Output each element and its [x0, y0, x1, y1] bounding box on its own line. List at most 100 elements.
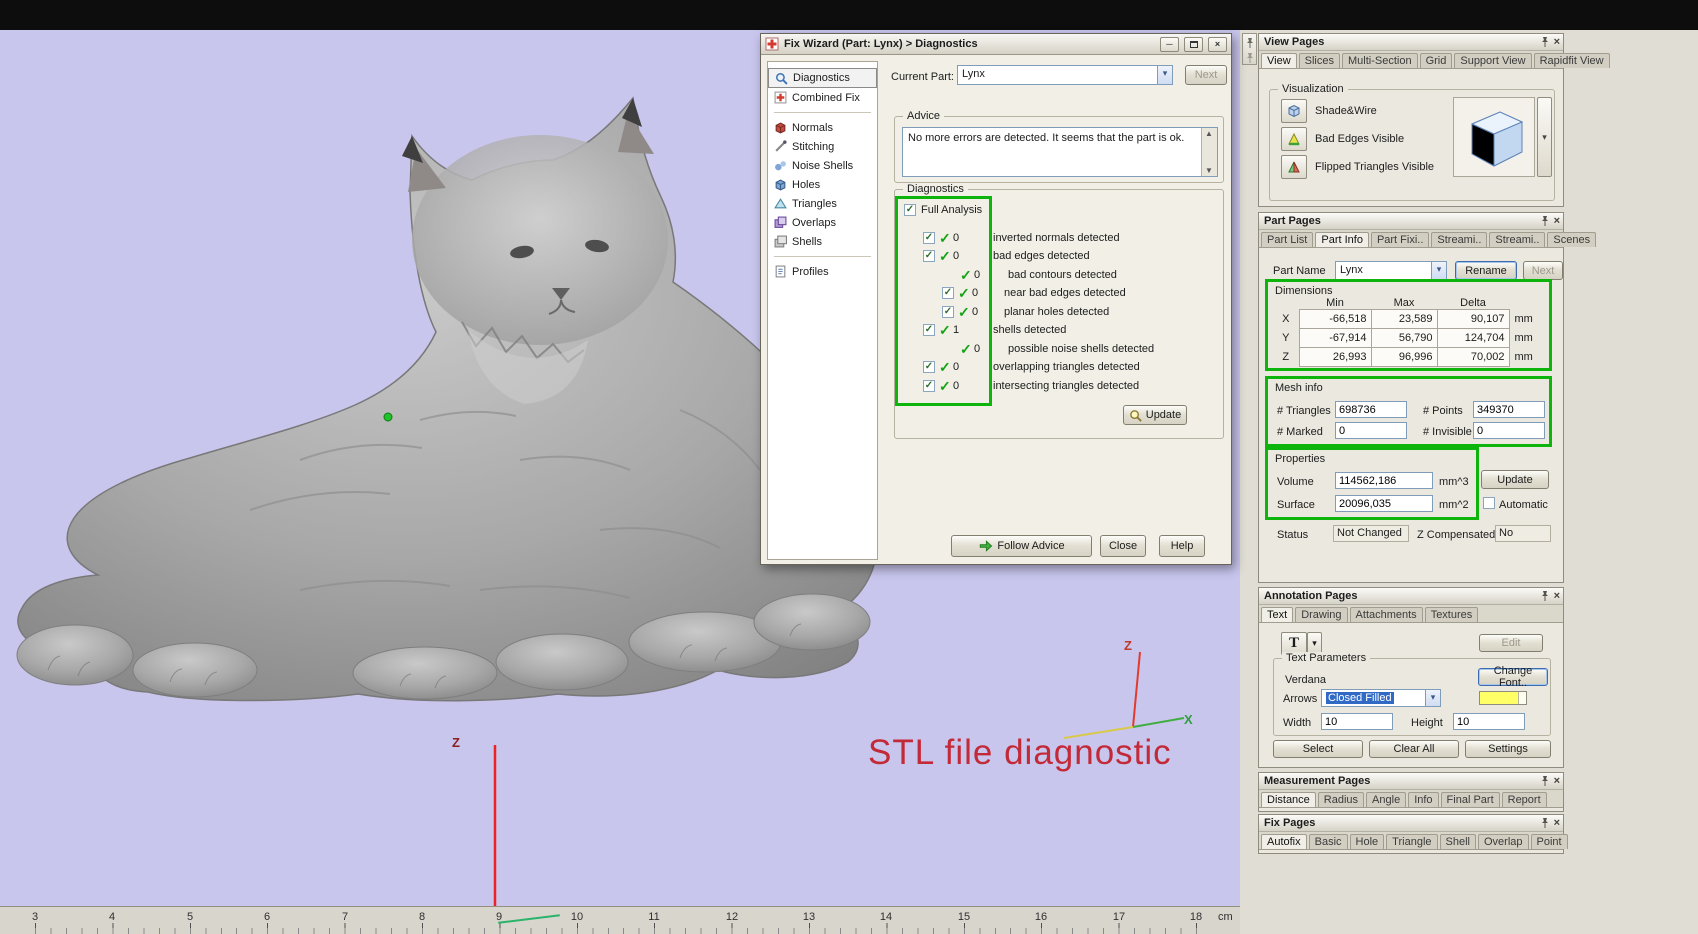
ruler-tick: 3 — [31, 911, 39, 923]
minimize-button[interactable]: ─ — [1160, 36, 1179, 52]
automatic-checkbox[interactable] — [1483, 497, 1495, 509]
flipped-triangles-button[interactable] — [1281, 155, 1307, 179]
pin-icon[interactable] — [1540, 817, 1550, 829]
tab-final-part[interactable]: Final Part — [1440, 792, 1500, 807]
close-icon[interactable]: × — [1554, 36, 1560, 48]
width-input[interactable] — [1321, 713, 1393, 730]
tab-part-list[interactable]: Part List — [1261, 232, 1314, 247]
panel-titlebar[interactable]: Annotation Pages × — [1259, 588, 1563, 605]
tab-triangle[interactable]: Triangle — [1386, 834, 1438, 849]
tab-part-fixing[interactable]: Part Fixi.. — [1370, 232, 1430, 247]
chevron-down-icon[interactable]: ▾ — [1425, 690, 1440, 706]
next-part-button[interactable]: Next — [1523, 261, 1563, 280]
highlight-box-properties — [1265, 447, 1479, 520]
part-name-dropdown[interactable]: Lynx ▾ — [1335, 261, 1447, 280]
dialog-titlebar[interactable]: Fix Wizard (Part: Lynx) > Diagnostics ─ … — [761, 34, 1231, 55]
autohide-pin-strip[interactable] — [1242, 33, 1257, 65]
ruler-tick: 16 — [1034, 911, 1048, 923]
current-part-label: Current Part: — [891, 71, 954, 83]
pin-icon[interactable] — [1540, 775, 1550, 787]
shade-wire-button[interactable] — [1281, 99, 1307, 123]
panel-titlebar[interactable]: Measurement Pages × — [1259, 773, 1563, 790]
edit-button[interactable]: Edit — [1479, 634, 1543, 652]
cube-view-dropdown-button[interactable]: ▾ — [1537, 97, 1552, 177]
nav-item-holes[interactable]: Holes — [768, 175, 877, 194]
chevron-down-icon[interactable]: ▾ — [1431, 262, 1446, 279]
nav-item-normals[interactable]: Normals — [768, 118, 877, 137]
help-button[interactable]: Help — [1159, 535, 1205, 557]
tab-part-info[interactable]: Part Info — [1315, 232, 1369, 247]
next-button[interactable]: Next — [1185, 65, 1227, 85]
close-icon[interactable]: × — [1554, 215, 1560, 227]
nav-item-overlaps[interactable]: Overlaps — [768, 213, 877, 232]
tab-streaming-1[interactable]: Streami.. — [1431, 232, 1488, 247]
change-font-button[interactable]: Change Font.. — [1478, 665, 1548, 689]
arrows-dropdown[interactable]: Closed Filled ▾ — [1321, 689, 1441, 707]
shells-icon — [774, 235, 787, 248]
properties-update-button[interactable]: Update — [1481, 470, 1549, 489]
follow-advice-button[interactable]: Follow Advice — [951, 535, 1092, 557]
orientation-cube-preview[interactable] — [1453, 97, 1535, 177]
advice-textarea[interactable]: No more errors are detected. It seems th… — [902, 127, 1218, 177]
panel-titlebar[interactable]: View Pages × — [1259, 34, 1563, 51]
current-part-dropdown[interactable]: Lynx ▾ — [957, 65, 1173, 85]
pin-icon[interactable] — [1540, 36, 1550, 48]
maximize-button[interactable] — [1184, 36, 1203, 52]
diagnostic-label: inverted normals detected — [993, 232, 1120, 244]
tab-autofix[interactable]: Autofix — [1261, 834, 1307, 849]
tab-textures[interactable]: Textures — [1424, 607, 1479, 622]
nav-item-triangles[interactable]: Triangles — [768, 194, 877, 213]
nav-item-diagnostics[interactable]: Diagnostics — [768, 68, 877, 88]
scroll-down-icon[interactable]: ▼ — [1205, 166, 1213, 175]
nav-item-noise-shells[interactable]: Noise Shells — [768, 156, 877, 175]
tab-scenes[interactable]: Scenes — [1547, 232, 1597, 247]
tab-view[interactable]: View — [1261, 53, 1297, 68]
tab-text[interactable]: Text — [1261, 607, 1294, 622]
tab-point[interactable]: Point — [1530, 834, 1568, 849]
settings-button[interactable]: Settings — [1465, 740, 1551, 758]
scroll-up-icon[interactable]: ▲ — [1205, 129, 1213, 138]
nav-item-shells[interactable]: Shells — [768, 232, 877, 251]
tab-slices[interactable]: Slices — [1298, 53, 1340, 68]
panel-titlebar[interactable]: Fix Pages × — [1259, 815, 1563, 832]
tab-angle[interactable]: Angle — [1366, 792, 1407, 807]
close-icon[interactable]: × — [1554, 775, 1560, 787]
part-name-label: Part Name — [1273, 265, 1326, 277]
pin-icon[interactable] — [1540, 215, 1550, 227]
tab-grid[interactable]: Grid — [1419, 53, 1453, 68]
nav-item-profiles[interactable]: Profiles — [768, 262, 877, 281]
tab-report[interactable]: Report — [1501, 792, 1547, 807]
advice-scrollbar[interactable]: ▲ ▼ — [1201, 128, 1217, 176]
tab-distance[interactable]: Distance — [1261, 792, 1316, 807]
panel-titlebar[interactable]: Part Pages × — [1259, 213, 1563, 230]
update-button[interactable]: Update — [1123, 405, 1187, 425]
rename-button[interactable]: Rename — [1455, 261, 1517, 280]
pin-icon[interactable] — [1540, 590, 1550, 602]
tab-overlap[interactable]: Overlap — [1477, 834, 1529, 849]
close-dialog-button[interactable]: Close — [1100, 535, 1146, 557]
tab-shell[interactable]: Shell — [1439, 834, 1476, 849]
chevron-down-icon[interactable]: ▾ — [1157, 66, 1172, 84]
clear-all-button[interactable]: Clear All — [1369, 740, 1459, 758]
tab-attachments[interactable]: Attachments — [1349, 607, 1423, 622]
close-icon[interactable]: × — [1554, 817, 1560, 829]
tab-basic[interactable]: Basic — [1308, 834, 1348, 849]
select-button[interactable]: Select — [1273, 740, 1363, 758]
close-button[interactable]: × — [1208, 36, 1227, 52]
tab-multi-section[interactable]: Multi-Section — [1342, 53, 1418, 68]
bad-edges-visible-button[interactable] — [1281, 127, 1307, 151]
nav-item-stitching[interactable]: Stitching — [768, 137, 877, 156]
tab-rapidfit-view[interactable]: Rapidfit View — [1533, 53, 1610, 68]
tab-info[interactable]: Info — [1408, 792, 1439, 807]
tab-hole[interactable]: Hole — [1349, 834, 1385, 849]
ruler-unit: cm — [1218, 911, 1233, 923]
close-icon[interactable]: × — [1554, 590, 1560, 602]
tab-support-view[interactable]: Support View — [1454, 53, 1532, 68]
tab-drawing[interactable]: Drawing — [1295, 607, 1348, 622]
nav-item-combined-fix[interactable]: Combined Fix — [768, 88, 877, 107]
height-input[interactable] — [1453, 713, 1525, 730]
highlight-box-mesh-info — [1265, 376, 1552, 447]
arrow-color-swatch[interactable] — [1479, 691, 1527, 705]
tab-streaming-2[interactable]: Streami.. — [1489, 232, 1546, 247]
tab-radius[interactable]: Radius — [1317, 792, 1365, 807]
